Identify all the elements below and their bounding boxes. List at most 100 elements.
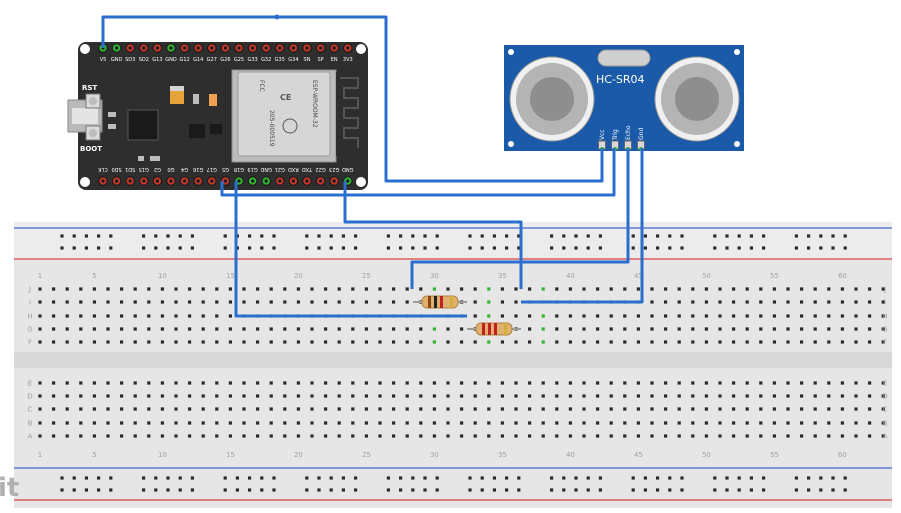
breadboard-hole[interactable] (133, 340, 137, 344)
breadboard-hole[interactable] (514, 407, 518, 411)
breadboard-hole[interactable] (378, 381, 382, 385)
breadboard-hole[interactable] (582, 340, 586, 344)
breadboard-hole[interactable] (718, 314, 722, 318)
rail-hole[interactable] (574, 246, 578, 250)
breadboard-hole[interactable] (296, 421, 300, 425)
rail-hole[interactable] (423, 246, 427, 250)
breadboard-hole[interactable] (582, 381, 586, 385)
breadboard-hole[interactable] (147, 287, 151, 291)
rail-hole[interactable] (631, 476, 635, 480)
rail-hole[interactable] (386, 476, 390, 480)
breadboard-hole[interactable] (786, 407, 790, 411)
breadboard-hole[interactable] (541, 381, 545, 385)
breadboard-hole[interactable] (609, 287, 613, 291)
breadboard-hole[interactable] (528, 381, 532, 385)
rail-hole[interactable] (819, 476, 823, 480)
rail-hole[interactable] (831, 234, 835, 238)
breadboard-hole[interactable] (813, 381, 817, 385)
rail-hole[interactable] (737, 488, 741, 492)
breadboard-hole[interactable] (269, 327, 273, 331)
breadboard-hole[interactable] (487, 314, 491, 318)
rail-hole[interactable] (631, 234, 635, 238)
rail-hole[interactable] (749, 476, 753, 480)
breadboard-hole[interactable] (215, 394, 219, 398)
breadboard-hole[interactable] (120, 434, 124, 438)
breadboard-hole[interactable] (609, 340, 613, 344)
breadboard-hole[interactable] (256, 300, 260, 304)
breadboard-hole[interactable] (296, 381, 300, 385)
breadboard-hole[interactable] (460, 434, 464, 438)
breadboard-hole[interactable] (827, 327, 831, 331)
rail-hole[interactable] (680, 488, 684, 492)
breadboard-hole[interactable] (392, 407, 396, 411)
breadboard-hole[interactable] (541, 394, 545, 398)
rail-hole[interactable] (354, 246, 358, 250)
breadboard-hole[interactable] (800, 287, 804, 291)
rail-hole[interactable] (317, 234, 321, 238)
breadboard-hole[interactable] (337, 287, 341, 291)
breadboard-hole[interactable] (759, 287, 763, 291)
rail-hole[interactable] (166, 488, 170, 492)
rail-hole[interactable] (435, 246, 439, 250)
rail-hole[interactable] (807, 488, 811, 492)
rail-hole[interactable] (762, 234, 766, 238)
breadboard-hole[interactable] (256, 421, 260, 425)
breadboard-hole[interactable] (704, 287, 708, 291)
breadboard-hole[interactable] (65, 421, 69, 425)
breadboard-hole[interactable] (215, 407, 219, 411)
breadboard-hole[interactable] (52, 381, 56, 385)
breadboard-hole[interactable] (392, 434, 396, 438)
breadboard-hole[interactable] (772, 300, 776, 304)
rail-hole[interactable] (399, 246, 403, 250)
rail-hole[interactable] (680, 476, 684, 480)
breadboard-hole[interactable] (52, 407, 56, 411)
breadboard-hole[interactable] (188, 300, 192, 304)
breadboard-hole[interactable] (609, 421, 613, 425)
breadboard-hole[interactable] (759, 421, 763, 425)
rail-hole[interactable] (831, 246, 835, 250)
rail-hole[interactable] (190, 488, 194, 492)
breadboard-hole[interactable] (283, 287, 287, 291)
breadboard-hole[interactable] (772, 327, 776, 331)
breadboard-hole[interactable] (664, 434, 668, 438)
breadboard-hole[interactable] (174, 407, 178, 411)
breadboard-hole[interactable] (65, 381, 69, 385)
breadboard-hole[interactable] (514, 314, 518, 318)
breadboard-hole[interactable] (460, 327, 464, 331)
breadboard-hole[interactable] (704, 340, 708, 344)
breadboard-hole[interactable] (201, 327, 205, 331)
rail-hole[interactable] (411, 246, 415, 250)
breadboard-hole[interactable] (732, 327, 736, 331)
rail-hole[interactable] (749, 234, 753, 238)
breadboard-hole[interactable] (378, 327, 382, 331)
breadboard-hole[interactable] (242, 381, 246, 385)
breadboard-hole[interactable] (92, 394, 96, 398)
breadboard-hole[interactable] (215, 381, 219, 385)
breadboard-hole[interactable] (609, 314, 613, 318)
breadboard-hole[interactable] (147, 394, 151, 398)
breadboard-hole[interactable] (106, 421, 110, 425)
breadboard-hole[interactable] (596, 340, 600, 344)
breadboard-hole[interactable] (201, 407, 205, 411)
breadboard-hole[interactable] (201, 300, 205, 304)
rail-hole[interactable] (550, 488, 554, 492)
breadboard-hole[interactable] (745, 314, 749, 318)
rail-hole[interactable] (166, 234, 170, 238)
breadboard-hole[interactable] (364, 394, 368, 398)
breadboard-hole[interactable] (840, 300, 844, 304)
rail-hole[interactable] (831, 476, 835, 480)
rail-hole[interactable] (562, 246, 566, 250)
breadboard-hole[interactable] (677, 314, 681, 318)
breadboard-hole[interactable] (120, 327, 124, 331)
breadboard-hole[interactable] (228, 407, 232, 411)
breadboard-hole[interactable] (745, 434, 749, 438)
breadboard-hole[interactable] (487, 421, 491, 425)
breadboard-hole[interactable] (555, 287, 559, 291)
breadboard-hole[interactable] (38, 381, 42, 385)
breadboard-hole[interactable] (310, 407, 314, 411)
breadboard-hole[interactable] (596, 381, 600, 385)
breadboard-hole[interactable] (92, 287, 96, 291)
rail-hole[interactable] (819, 488, 823, 492)
breadboard-hole[interactable] (582, 394, 586, 398)
breadboard-hole[interactable] (623, 327, 627, 331)
